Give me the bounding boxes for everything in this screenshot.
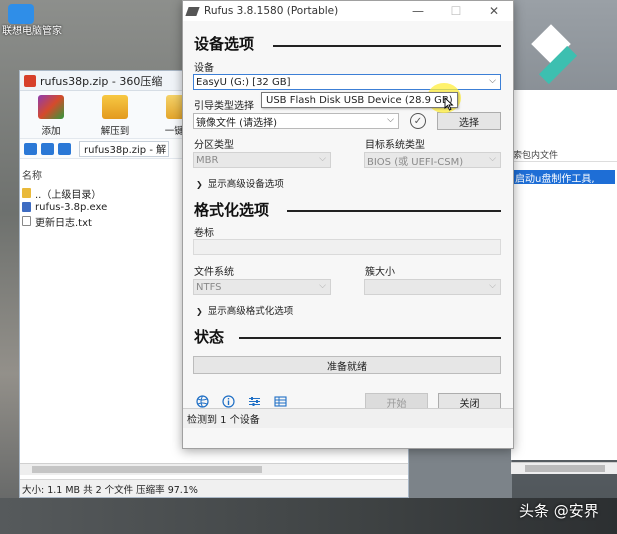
extract-to-button[interactable]: 解压到: [94, 91, 136, 138]
boot-selection-value: 镜像文件 (请选择): [196, 117, 277, 129]
rufus-window-title: Rufus 3.8.1580 (Portable): [204, 5, 339, 17]
section-divider: [239, 337, 501, 339]
maximize-button[interactable]: ☐: [437, 4, 475, 18]
file-system-label: 文件系统: [194, 267, 234, 278]
target-system-value: BIOS (或 UEFI-CSM): [367, 156, 464, 168]
minimize-button[interactable]: —: [399, 4, 437, 18]
add-archive-icon: [38, 95, 64, 119]
advanced-format-toggle[interactable]: ❯ 显示高级格式化选项: [196, 303, 293, 317]
desktop-app-label: 联想电脑管家: [2, 26, 62, 37]
close-window-button[interactable]: ✕: [475, 4, 513, 18]
desktop-app-icon[interactable]: [8, 4, 34, 24]
chevron-down-icon: ⌵: [387, 115, 394, 125]
rufus-window: Rufus 3.8.1580 (Portable) — ☐ ✕ 设备选项 设备 …: [182, 0, 514, 449]
extract-to-label: 解压到: [100, 126, 130, 137]
horizontal-scrollbar[interactable]: [20, 463, 408, 475]
boot-selection-label: 引导类型选择: [194, 101, 254, 112]
rufus-status-bar: 检测到 1 个设备: [183, 408, 513, 428]
zip-app-icon: [24, 74, 36, 87]
scroll-thumb[interactable]: [525, 465, 605, 472]
volume-label-label: 卷标: [194, 228, 214, 239]
chevron-down-icon: ❯: [196, 180, 203, 189]
add-button-label: 添加: [41, 126, 61, 137]
partition-scheme-label: 分区类型: [194, 140, 234, 151]
folder-extract-icon: [102, 95, 128, 119]
window-controls: — ☐ ✕: [399, 4, 513, 18]
file-system-value: NTFS: [196, 281, 222, 293]
file-system-dropdown[interactable]: NTFS ⌵: [193, 279, 331, 295]
right-panel-scrollbar[interactable]: [511, 462, 617, 474]
zip-status-bar: 大小: 1.1 MB 共 2 个文件 压缩率 97.1%: [20, 479, 408, 497]
rufus-title-bar: Rufus 3.8.1580 (Portable) — ☐ ✕: [183, 1, 513, 21]
list-view-icon[interactable]: [58, 142, 71, 155]
select-button[interactable]: 选择: [437, 112, 501, 130]
progress-bar: 准备就绪: [193, 356, 501, 374]
mouse-cursor-icon: [444, 97, 454, 111]
info-icon[interactable]: [221, 394, 235, 408]
file-name: rufus-3.8p.exe: [35, 201, 108, 213]
scroll-thumb[interactable]: [32, 466, 262, 473]
log-table-icon[interactable]: [273, 394, 287, 408]
chevron-down-icon: ⌵: [489, 76, 496, 86]
path-field[interactable]: rufus38p.zip - 解: [79, 140, 169, 157]
advanced-format-label: 显示高级格式化选项: [207, 306, 294, 317]
search-in-archive-label: 索包内文件: [511, 148, 617, 162]
device-tooltip: USB Flash Disk USB Device (28.9 GB): [261, 92, 458, 108]
partition-scheme-dropdown[interactable]: MBR ⌵: [193, 152, 331, 168]
settings-sliders-icon[interactable]: [247, 394, 261, 408]
view-icon[interactable]: [41, 142, 54, 155]
zip-window-title: rufus38p.zip - 360压缩: [40, 74, 163, 88]
device-label: 设备: [194, 63, 214, 74]
watermark-text: 头条 @安界: [519, 502, 599, 520]
advanced-drive-toggle[interactable]: ❯ 显示高级设备选项: [196, 176, 284, 190]
target-system-label: 目标系统类型: [365, 140, 425, 151]
chevron-down-icon: ⌵: [489, 154, 496, 164]
checkmark-verify-icon[interactable]: ✓: [410, 113, 426, 129]
usb-drive-icon: [185, 6, 200, 16]
file-name: ..（上级目录）: [35, 189, 102, 201]
exe-icon: [22, 202, 31, 212]
status-section-title: 状态: [194, 328, 225, 346]
rufus-body: 设备选项 设备 EasyU (G:) [32 GB] ⌵ 引导类型选择 镜像文件…: [183, 21, 513, 428]
globe-language-icon[interactable]: [195, 394, 209, 408]
right-panel: 索包内文件 启动u盘制作工具,: [511, 90, 617, 474]
chevron-down-icon: ⌵: [489, 281, 496, 291]
advanced-drive-label: 显示高级设备选项: [207, 179, 284, 190]
section-divider: [273, 45, 501, 47]
drive-section-title: 设备选项: [194, 35, 255, 53]
volume-label-input[interactable]: [193, 239, 501, 255]
section-divider: [287, 210, 501, 212]
chevron-down-icon: ❯: [196, 307, 203, 316]
cluster-size-dropdown[interactable]: ⌵: [364, 279, 501, 295]
highlighted-text: 启动u盘制作工具,: [513, 170, 615, 184]
chevron-down-icon: ⌵: [319, 154, 326, 164]
progress-text: 准备就绪: [327, 361, 367, 373]
device-value: EasyU (G:) [32 GB]: [196, 76, 291, 88]
file-name: 更新日志.txt: [35, 217, 92, 229]
boot-selection-dropdown[interactable]: 镜像文件 (请选择) ⌵: [193, 113, 399, 129]
partition-scheme-value: MBR: [196, 154, 219, 166]
cluster-size-label: 簇大小: [365, 267, 395, 278]
add-button[interactable]: 添加: [30, 91, 72, 138]
format-section-title: 格式化选项: [194, 201, 270, 219]
folder-icon: [22, 188, 31, 198]
target-system-dropdown[interactable]: BIOS (或 UEFI-CSM) ⌵: [364, 152, 501, 168]
chevron-down-icon: ⌵: [319, 281, 326, 291]
text-file-icon: [22, 216, 31, 226]
up-arrow-icon[interactable]: [24, 142, 37, 155]
